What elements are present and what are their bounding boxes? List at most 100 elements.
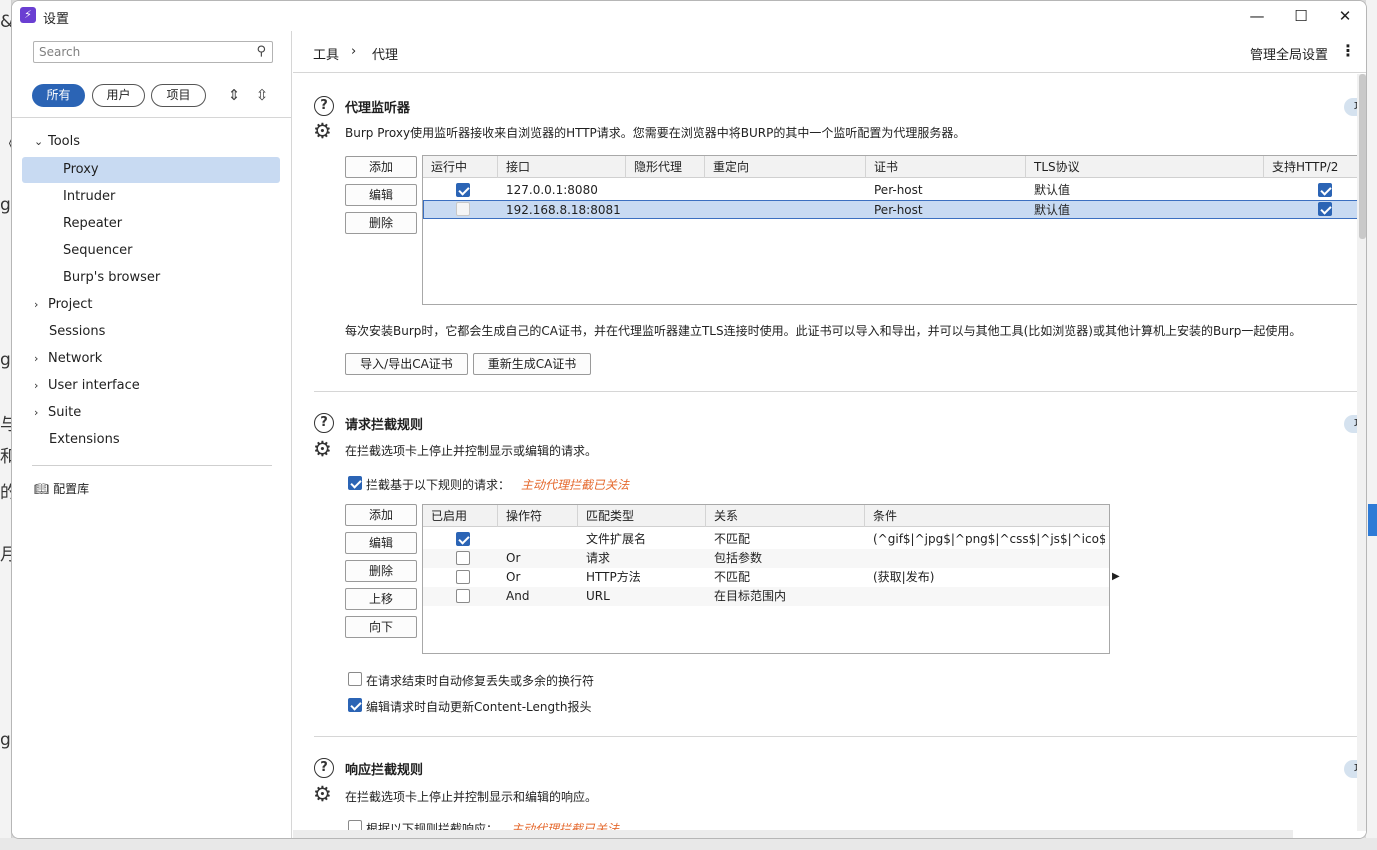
rule-condition-cell: (^gif$|^jpg$|^png$|^css$|^js$|^ico$|... [873, 532, 1105, 546]
remove-rule-button[interactable]: 删除 [345, 560, 417, 582]
tree-selection [22, 157, 280, 183]
column-header[interactable]: TLS协议 [1026, 156, 1264, 178]
chevron-right-icon: › [34, 406, 39, 419]
column-header[interactable]: 证书 [866, 156, 1026, 178]
section-title-request-rules: 请求拦截规则 [345, 418, 424, 433]
gear-icon[interactable]: ⚙ [313, 121, 332, 142]
rule-condition-cell [865, 549, 1105, 568]
scrollbar-thumb[interactable] [1359, 74, 1366, 239]
tree-item-burps-browser[interactable]: Burp's browser [63, 265, 160, 291]
rule-enabled-checkbox[interactable] [456, 532, 470, 546]
table-row[interactable]: And URL 在目标范围内 [423, 587, 1109, 606]
column-header[interactable]: 支持HTTP/2 [1264, 156, 1361, 178]
chevron-down-icon: ⌄ [34, 135, 44, 148]
filter-project-button[interactable]: 项目 [151, 84, 206, 107]
interface-cell: 127.0.0.1:8080 [506, 183, 598, 197]
fix-newlines-checkbox[interactable] [348, 672, 362, 686]
column-header[interactable]: 隐形代理 [626, 156, 705, 178]
rule-relation-cell: 不匹配 [714, 532, 751, 546]
table-row[interactable]: 文件扩展名 不匹配 (^gif$|^jpg$|^png$|^css$|^js$|… [423, 530, 1109, 549]
move-up-button[interactable]: 上移 [345, 588, 417, 610]
edit-rule-button[interactable]: 编辑 [345, 532, 417, 554]
more-options-icon[interactable]: ⋮ [1340, 41, 1356, 60]
gear-icon[interactable]: ⚙ [313, 439, 332, 460]
help-icon[interactable]: ? [314, 413, 334, 433]
filter-user-button[interactable]: 用户 [92, 84, 145, 107]
minimize-icon[interactable]: — [1234, 1, 1280, 31]
request-rules-description: 在拦截选项卡上停止并控制显示或编辑的请求。 [345, 444, 598, 458]
table-row[interactable]: Or HTTP方法 不匹配 (获取|发布) [423, 568, 1109, 587]
rule-type-cell: 文件扩展名 [586, 532, 647, 546]
column-header[interactable]: 重定向 [705, 156, 866, 178]
column-header[interactable]: 关系 [706, 505, 865, 527]
tree-item-repeater[interactable]: Repeater [63, 211, 122, 237]
intercept-requests-checkbox[interactable] [348, 476, 362, 490]
add-listener-button[interactable]: 添加 [345, 156, 417, 178]
table-row[interactable]: 127.0.0.1:8080 Per-host 默认值 [423, 181, 1361, 200]
column-header[interactable]: 接口 [498, 156, 626, 178]
maximize-icon[interactable]: ☐ [1278, 1, 1324, 31]
tree-item-sequencer[interactable]: Sequencer [63, 238, 132, 264]
config-library-link[interactable]: 📖︎ 配置库 [34, 480, 89, 497]
tree-item-user-interface[interactable]: › User interface [34, 373, 140, 399]
table-row[interactable]: 192.168.8.18:8081 Per-host 默认值 [423, 200, 1361, 219]
breadcrumb-proxy: 代理 [372, 48, 399, 63]
listeners-table-header: 运行中 接口 隐形代理 重定向 证书 TLS协议 支持HTTP/2 [423, 156, 1361, 178]
column-header[interactable]: 匹配类型 [578, 505, 706, 527]
help-icon[interactable]: ? [314, 758, 334, 778]
section-divider [314, 736, 1358, 737]
close-icon[interactable]: ✕ [1322, 1, 1366, 31]
cert-cell: Per-host [874, 203, 923, 217]
global-settings-link[interactable]: 管理全局设置 [1250, 44, 1328, 63]
tree-item-project[interactable]: › Project [34, 292, 92, 318]
tree-item-suite[interactable]: › Suite [34, 400, 81, 426]
rule-enabled-checkbox[interactable] [456, 551, 470, 565]
tree-item-proxy[interactable]: Proxy [63, 157, 99, 183]
update-content-length-checkbox[interactable] [348, 698, 362, 712]
rule-enabled-checkbox[interactable] [456, 589, 470, 603]
tree-item-tools[interactable]: ⌄ Tools [34, 129, 80, 155]
collapse-all-icon[interactable]: ⇳ [253, 84, 271, 106]
import-export-ca-button[interactable]: 导入/导出CA证书 [345, 353, 468, 375]
remove-listener-button[interactable]: 删除 [345, 212, 417, 234]
filter-all-button[interactable]: 所有 [32, 84, 85, 107]
window-title: 设置 [43, 12, 70, 27]
vertical-scrollbar[interactable] [1357, 74, 1366, 831]
tree-item-network[interactable]: › Network [34, 346, 102, 372]
search-input[interactable] [34, 42, 244, 62]
rules-table-header: 已启用 操作符 匹配类型 关系 条件 [423, 505, 1109, 527]
running-checkbox[interactable] [456, 202, 470, 216]
column-header[interactable]: 操作符 [498, 505, 578, 527]
breadcrumb-tools[interactable]: 工具 [313, 44, 339, 63]
settings-main: 工具 › 代理 管理全局设置 ⋮ ? 代理监听器 项 ⚙ Burp Proxy使… [293, 31, 1366, 838]
column-header[interactable]: 条件 [865, 505, 1109, 527]
regenerate-ca-button[interactable]: 重新生成CA证书 [473, 353, 591, 375]
move-down-button[interactable]: 向下 [345, 616, 417, 638]
http2-checkbox[interactable] [1318, 183, 1332, 197]
add-rule-button[interactable]: 添加 [345, 504, 417, 526]
horizontal-scrollbar[interactable] [293, 830, 1293, 838]
tree-item-extensions[interactable]: Extensions [49, 427, 120, 453]
column-header[interactable]: 已启用 [423, 505, 498, 527]
table-row[interactable]: Or 请求 包括参数 [423, 549, 1109, 568]
search-icon[interactable]: ⚲ [256, 44, 266, 59]
rule-condition-cell [865, 587, 1105, 606]
expand-all-icon[interactable]: ⇕ [225, 84, 243, 106]
http2-checkbox[interactable] [1318, 202, 1332, 216]
rule-type-cell: 请求 [586, 551, 611, 565]
tls-cell: 默认值 [1034, 183, 1071, 197]
edit-listener-button[interactable]: 编辑 [345, 184, 417, 206]
bg-glyph: g [0, 730, 11, 750]
column-header[interactable]: 运行中 [423, 156, 498, 178]
listeners-table: 运行中 接口 隐形代理 重定向 证书 TLS协议 支持HTTP/2 127.0.… [422, 155, 1362, 305]
help-icon[interactable]: ? [314, 96, 334, 116]
gear-icon[interactable]: ⚙ [313, 784, 332, 805]
rule-relation-cell: 包括参数 [714, 551, 763, 565]
rule-enabled-checkbox[interactable] [456, 570, 470, 584]
rule-type-cell: URL [586, 589, 610, 603]
tree-item-sessions[interactable]: Sessions [49, 319, 105, 345]
rule-type-cell: HTTP方法 [586, 570, 641, 584]
tree-item-intruder[interactable]: Intruder [63, 184, 115, 210]
running-checkbox[interactable] [456, 183, 470, 197]
chevron-right-icon: › [34, 352, 39, 365]
